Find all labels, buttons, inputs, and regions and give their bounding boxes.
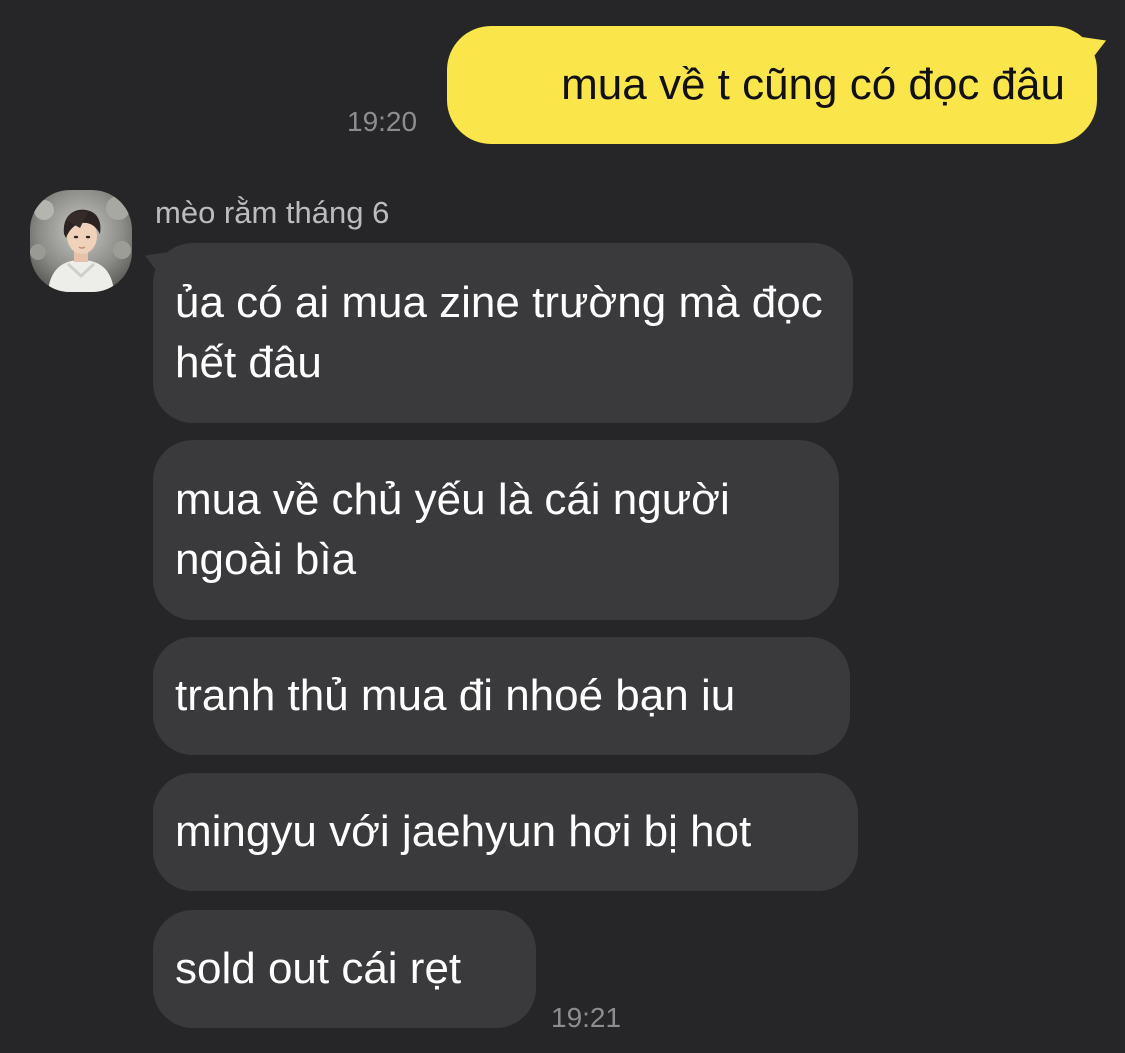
message-text: mua về chủ yếu là cái người ngoài bìa — [175, 475, 730, 584]
message-text: tranh thủ mua đi nhoé bạn iu — [175, 671, 736, 720]
incoming-message-bubble[interactable]: ủa có ai mua zine trường mà đọc hết đâu — [140, 241, 853, 423]
sender-name: mèo rằm tháng 6 — [155, 195, 390, 230]
sender-avatar[interactable] — [30, 190, 132, 292]
message-text: ủa có ai mua zine trường mà đọc hết đâu — [175, 278, 823, 387]
bubble-tail — [1079, 26, 1111, 60]
message-text: mua về t cũng có đọc đâu — [561, 60, 1065, 109]
outgoing-message-bubble[interactable]: mua về t cũng có đọc đâu — [447, 26, 1111, 144]
incoming-message-bubble[interactable]: sold out cái rẹt — [153, 910, 536, 1028]
message-timestamp: 19:21 — [551, 1002, 622, 1033]
message-timestamp: 19:20 — [347, 106, 418, 137]
incoming-message-bubble[interactable]: mingyu với jaehyun hơi bị hot — [153, 773, 858, 891]
incoming-message-bubble[interactable]: tranh thủ mua đi nhoé bạn iu — [153, 637, 850, 755]
user-avatar-photo-icon — [30, 190, 132, 292]
bubble-tail — [140, 241, 172, 275]
message-text: mingyu với jaehyun hơi bị hot — [175, 807, 752, 856]
incoming-message-bubble[interactable]: mua về chủ yếu là cái người ngoài bìa — [153, 440, 839, 620]
message-text: sold out cái rẹt — [175, 944, 462, 993]
chat-conversation: 19:20 mua về t cũng có đọc đâu mèo rằm t… — [0, 0, 1125, 1053]
